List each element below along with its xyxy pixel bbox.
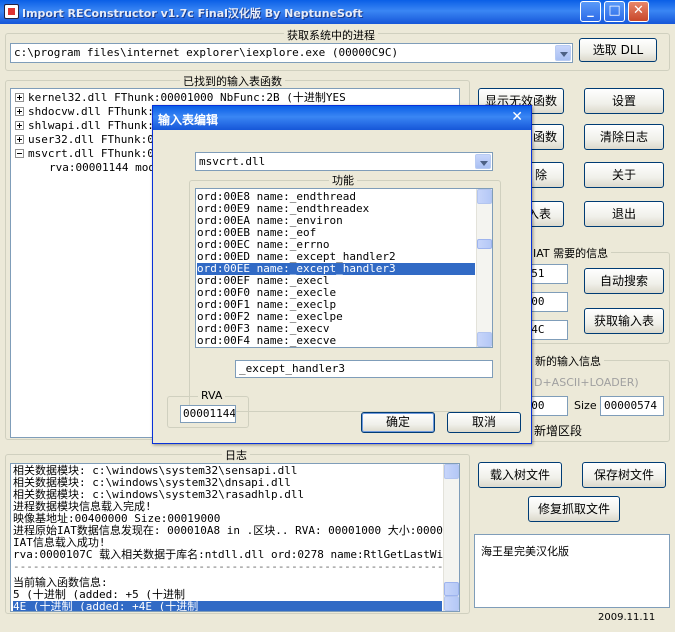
function-scrollbar[interactable]	[476, 189, 492, 347]
dialog-title-bar[interactable]: 输入表编辑 ✕	[153, 106, 531, 130]
function-list[interactable]: ord:00E8 name:_endthread ord:00E9 name:_e…	[195, 188, 493, 348]
tree-item-label: shdocvw.dll FThunk:0	[28, 105, 161, 118]
auto-search-button[interactable]: 自动搜索	[584, 268, 664, 294]
title-bar[interactable]: Import REConstructor v1.7c Final汉化版 By N…	[0, 0, 675, 24]
rva-group-label: RVA	[198, 389, 226, 402]
minimize-icon: _	[587, 3, 594, 18]
expand-icon[interactable]	[15, 135, 24, 144]
tree-item-label: msvcrt.dll FThunk:00	[28, 147, 161, 160]
chevron-down-icon[interactable]	[475, 154, 491, 169]
log-line: 4E (十进制 (added: +4E (十进制	[13, 601, 442, 611]
exit-button[interactable]: 退出	[584, 201, 664, 227]
new-size-label: Size	[574, 399, 597, 412]
module-combobox[interactable]: msvcrt.dll	[195, 152, 493, 171]
new-import-group-label: 新的输入信息	[532, 353, 604, 369]
cancel-button[interactable]: 取消	[447, 412, 521, 433]
tree-item-label: kernel32.dll FThunk:00001000 NbFunc:2B (…	[28, 91, 346, 104]
load-tree-button[interactable]: 载入树文件	[478, 462, 562, 488]
function-name-field[interactable]: _except_handler3	[235, 360, 493, 378]
expand-icon[interactable]	[15, 107, 24, 116]
import-editor-dialog: 输入表编辑 ✕ msvcrt.dll 功能 ord:00E8 name:_end…	[152, 105, 532, 444]
process-selected: c:\program files\internet explorer\iexpl…	[14, 46, 399, 59]
log-group-label: 日志	[222, 447, 250, 463]
function-list-item[interactable]: ord:00F4 name:_execve	[197, 335, 475, 347]
imports-group-label: 已找到的输入表函数	[180, 73, 285, 89]
get-imports-button[interactable]: 获取输入表	[584, 308, 664, 334]
credit-box: 海王星完美汉化版	[474, 534, 670, 608]
new-import-options: D+ASCII+LOADER)	[534, 376, 639, 389]
expand-icon[interactable]	[15, 93, 24, 102]
tree-item-label: shlwapi.dll FThunk:0	[28, 119, 161, 132]
rva-field[interactable]: 00001144	[180, 405, 236, 423]
log-scroll-thumb[interactable]	[444, 582, 459, 596]
function-scroll-thumb[interactable]	[477, 239, 492, 249]
process-combobox[interactable]: c:\program files\internet explorer\iexpl…	[10, 43, 573, 63]
dialog-title: 输入表编辑	[158, 113, 219, 127]
function-group-label: 功能	[329, 172, 357, 188]
maximize-icon: □	[608, 3, 621, 18]
log-list[interactable]: 相关数据模块: c:\windows\system32\sensapi.dll 相…	[10, 463, 460, 612]
window-title: Import REConstructor v1.7c Final汉化版 By N…	[22, 7, 363, 20]
tree-item[interactable]: kernel32.dll FThunk:00001000 NbFunc:2B (…	[11, 91, 459, 105]
maximize-button[interactable]: □	[604, 1, 625, 22]
chevron-down-icon[interactable]	[555, 45, 571, 61]
close-button[interactable]: ✕	[628, 1, 649, 22]
scroll-down-icon[interactable]	[444, 596, 459, 611]
process-group-label: 获取系统中的进程	[284, 27, 378, 43]
settings-button[interactable]: 设置	[584, 88, 664, 114]
dialog-close-icon[interactable]: ✕	[511, 109, 523, 125]
module-selected: msvcrt.dll	[199, 155, 266, 168]
date-label: 2009.11.11	[598, 612, 656, 623]
scroll-up-icon[interactable]	[444, 464, 459, 479]
about-button[interactable]: 关于	[584, 162, 664, 188]
tree-child-label: rva:00001144 mod:	[49, 161, 162, 174]
pick-dll-button[interactable]: 选取 DLL	[579, 38, 657, 62]
close-icon: ✕	[633, 3, 644, 18]
scroll-up-icon[interactable]	[477, 189, 492, 204]
collapse-icon[interactable]	[15, 149, 24, 158]
tree-item-label: user32.dll FThunk:00	[28, 133, 161, 146]
save-tree-button[interactable]: 保存树文件	[582, 462, 666, 488]
fix-dump-button[interactable]: 修复抓取文件	[528, 496, 620, 522]
log-line: ----------------------------------------…	[13, 560, 460, 573]
minimize-button[interactable]: _	[580, 1, 601, 22]
scroll-down-icon[interactable]	[477, 332, 492, 347]
new-size-field[interactable]: 00000574	[600, 396, 664, 416]
app-icon	[4, 4, 19, 19]
clear-log-button[interactable]: 清除日志	[584, 124, 664, 150]
ok-button[interactable]: 确定	[361, 412, 435, 433]
iat-group-label: IAT 需要的信息	[530, 245, 612, 261]
log-scrollbar[interactable]	[443, 464, 459, 611]
new-section-checkbox-label[interactable]: 新增区段	[534, 422, 582, 439]
expand-icon[interactable]	[15, 121, 24, 130]
credit-text: 海王星完美汉化版	[481, 545, 569, 558]
